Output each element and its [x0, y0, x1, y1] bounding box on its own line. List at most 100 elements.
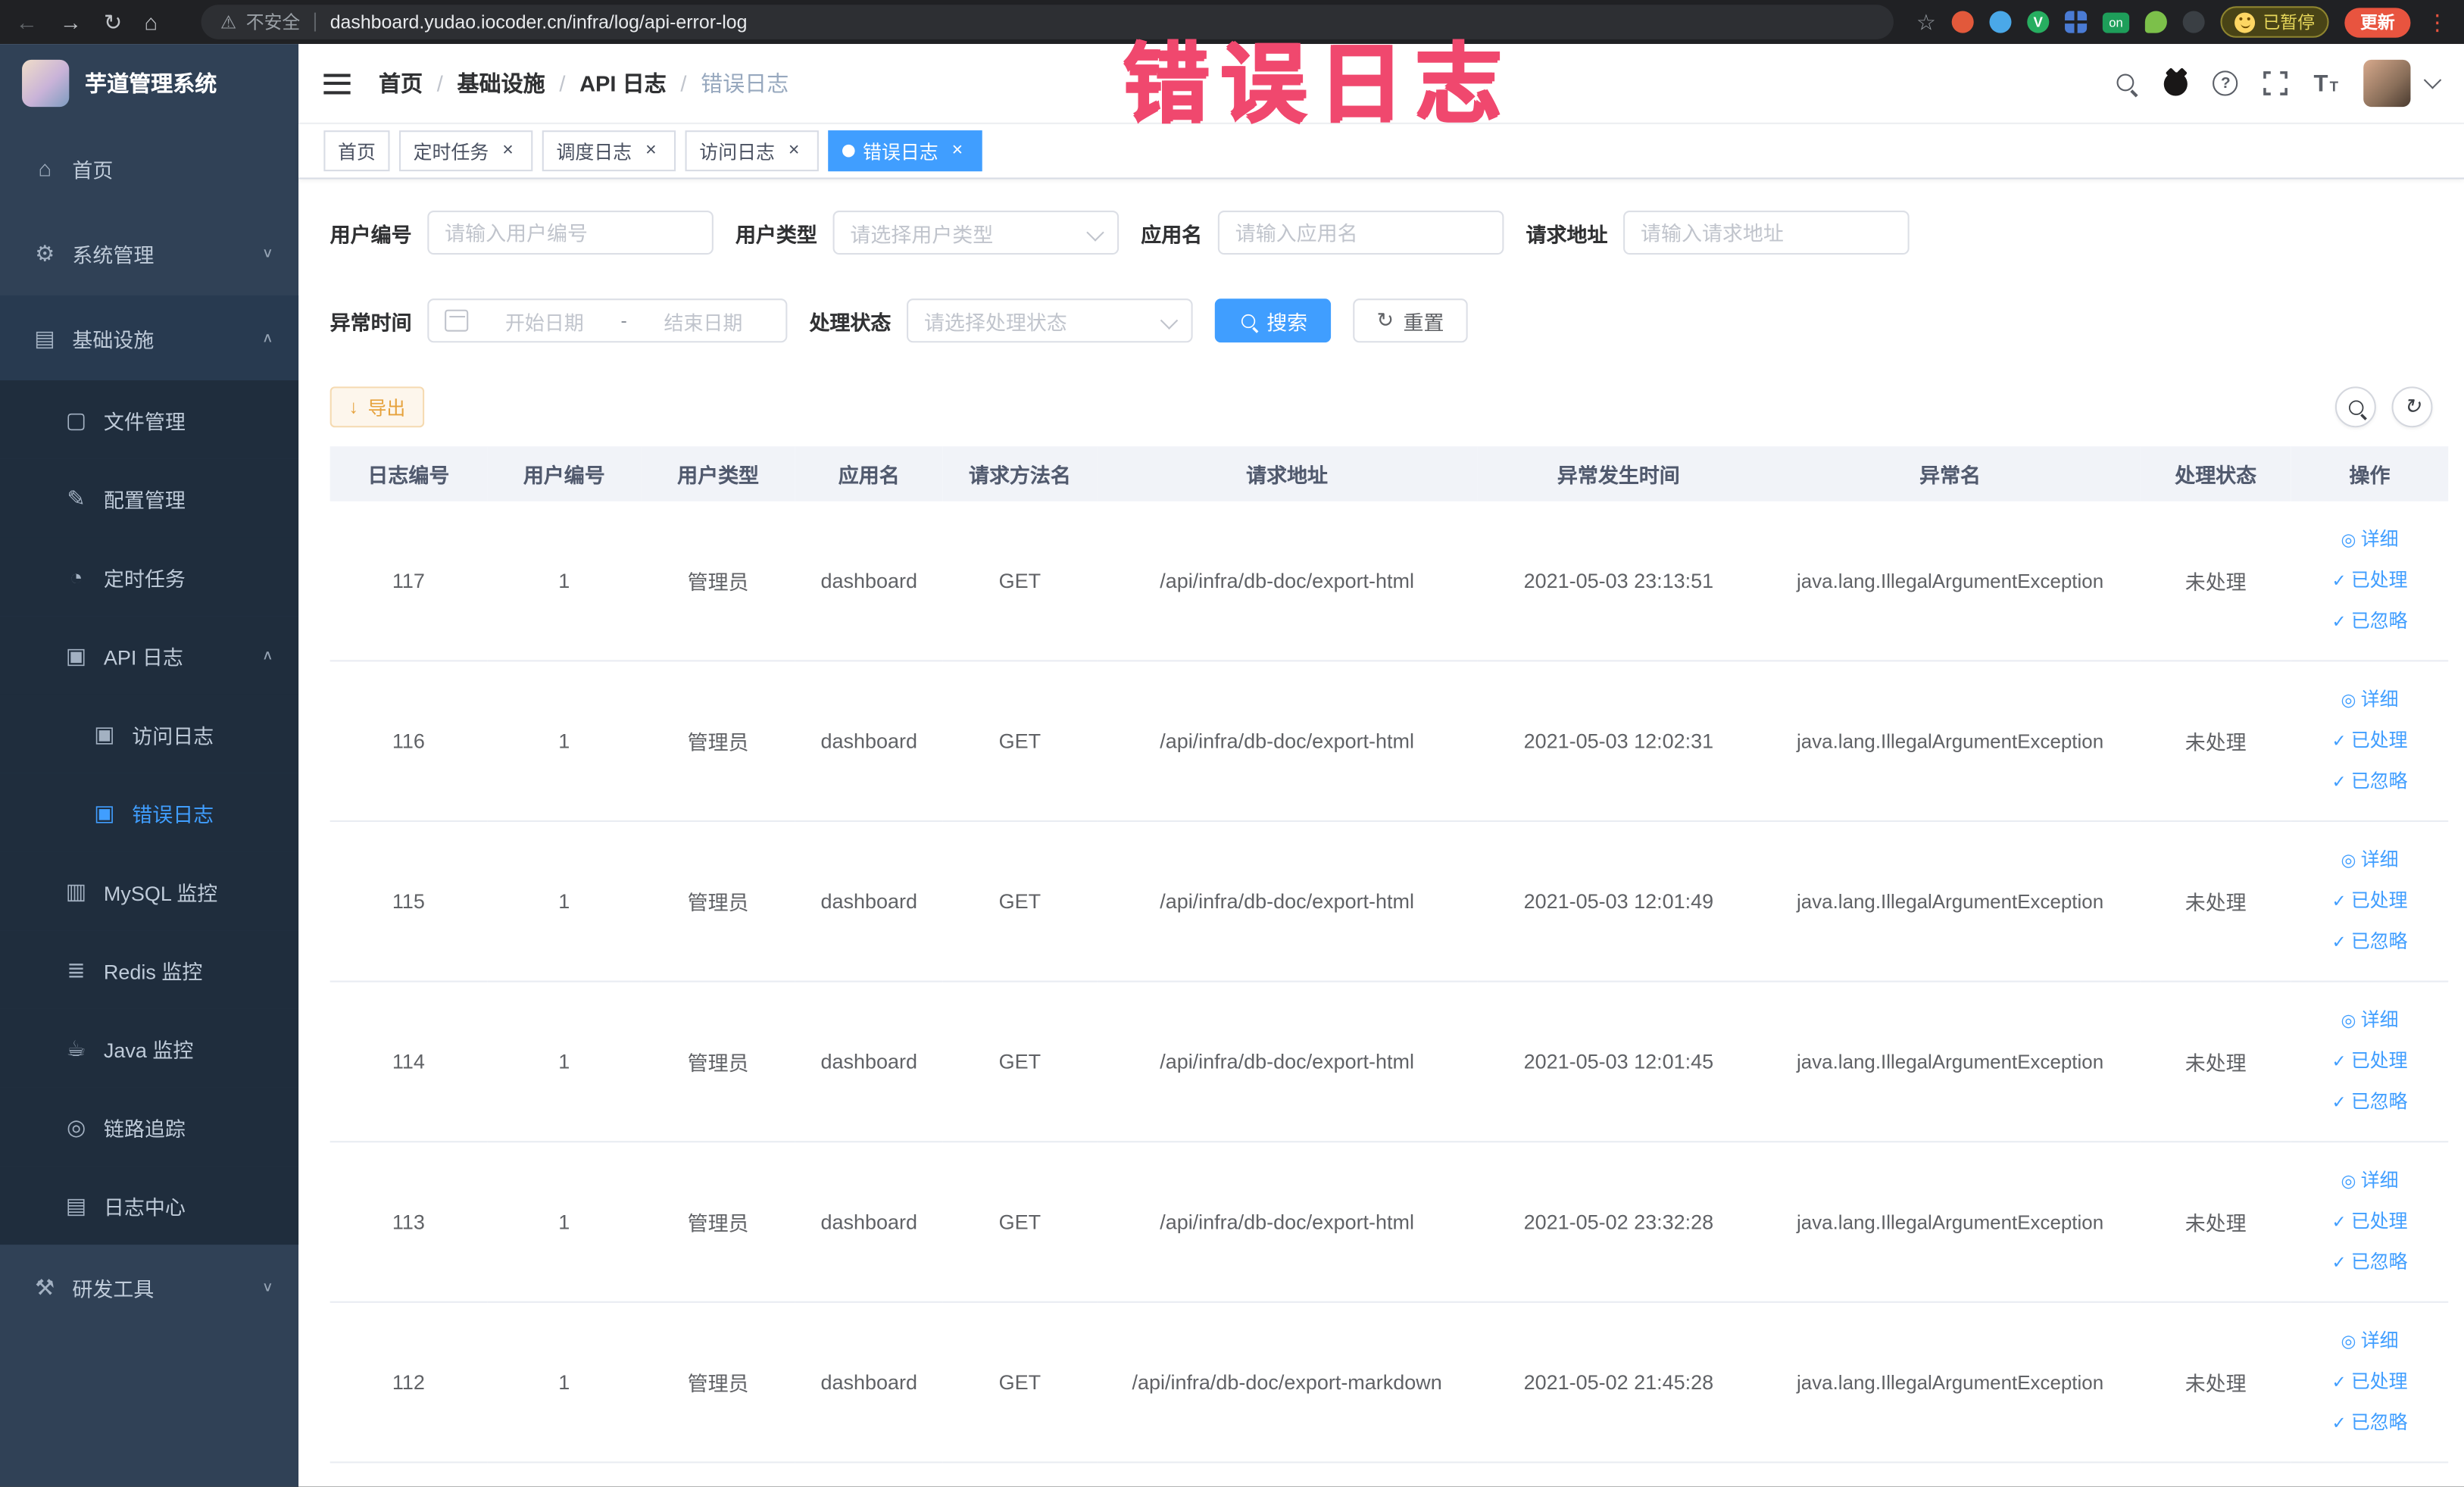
user-id-input[interactable]	[427, 210, 714, 255]
extension-icon[interactable]	[1989, 11, 2012, 33]
sidebar-item[interactable]: ⌂ 首页	[0, 126, 298, 211]
extension-icon[interactable]	[2182, 11, 2205, 33]
request-url-input[interactable]	[1623, 210, 1910, 255]
forward-icon[interactable]: →	[60, 0, 82, 44]
extension-icon[interactable]	[2102, 11, 2130, 33]
view-tag[interactable]: 调度日志	[542, 130, 676, 172]
address-bar[interactable]: ⚠ 不安全 dashboard.yudao.iocoder.cn/infra/l…	[201, 5, 1894, 39]
sidebar-item[interactable]: ▣ API 日志 ∧	[0, 616, 299, 695]
breadcrumb-item[interactable]: 首页	[379, 67, 458, 98]
extension-icon[interactable]	[1951, 11, 1974, 33]
user-type-select[interactable]: 请选择用户类型	[832, 210, 1120, 255]
breadcrumb-item[interactable]: 基础设施	[457, 67, 579, 98]
paused-badge[interactable]: 已暂停	[2220, 6, 2329, 38]
ignored-link[interactable]: 已忽略	[2297, 922, 2442, 963]
processed-link[interactable]: 已处理	[2297, 1362, 2442, 1403]
ignored-link[interactable]: 已忽略	[2297, 601, 2442, 642]
sidebar-item[interactable]: ▥ MySQL 监控	[0, 851, 299, 931]
fullscreen-icon[interactable]	[2263, 70, 2288, 95]
avatar[interactable]	[2363, 59, 2411, 108]
detail-link[interactable]: 详细	[2297, 1161, 2442, 1201]
processed-link[interactable]: 已处理	[2297, 881, 2442, 922]
eye-icon	[2341, 691, 2356, 710]
column-header: 请求方法名	[942, 446, 1098, 501]
detail-link[interactable]: 详细	[2297, 679, 2442, 720]
ignored-link[interactable]: 已忽略	[2297, 1242, 2442, 1283]
process-status-select[interactable]: 请选择处理状态	[907, 298, 1193, 343]
close-icon[interactable]	[497, 140, 519, 162]
extension-icon[interactable]	[2144, 11, 2167, 33]
cell-user-id: 1	[487, 981, 642, 1143]
browser-home-icon[interactable]: ⌂	[144, 0, 158, 44]
detail-link[interactable]: 详细	[2297, 1321, 2442, 1362]
app-name-input[interactable]	[1217, 210, 1504, 255]
ignored-link[interactable]: 已忽略	[2297, 1403, 2442, 1444]
sidebar-item[interactable]: ◔ 定时任务	[0, 537, 299, 617]
update-button[interactable]: 更新	[2344, 7, 2411, 37]
processed-link[interactable]: 已处理	[2297, 561, 2442, 601]
search-icon[interactable]	[2116, 71, 2139, 95]
processed-link[interactable]: 已处理	[2297, 1041, 2442, 1082]
sidebar-item[interactable]: ≣ Redis 监控	[0, 930, 299, 1009]
sidebar-item-label: 访问日志	[132, 723, 214, 748]
sidebar-item[interactable]: ☕ Java 监控	[0, 1008, 299, 1088]
sidebar-item[interactable]: ✎ 配置管理	[0, 458, 299, 538]
processed-link[interactable]: 已处理	[2297, 720, 2442, 761]
help-icon[interactable]	[2213, 70, 2238, 96]
cell-request-url: /api/infra/db-doc/export-html	[1097, 1142, 1478, 1303]
reload-icon[interactable]: ↻	[104, 0, 122, 44]
cell-log-id: 112	[329, 1301, 488, 1464]
mysql-icon: ▥	[65, 877, 87, 903]
date-range-picker[interactable]: 开始日期 - 结束日期	[427, 298, 788, 343]
breadcrumb-item[interactable]: 错误日志	[701, 67, 789, 98]
detail-link[interactable]: 详细	[2297, 520, 2442, 561]
view-tag-label: 定时任务	[413, 140, 489, 163]
detail-link[interactable]: 详细	[2297, 1000, 2442, 1041]
view-tag[interactable]: 定时任务	[398, 130, 533, 172]
sidebar-item[interactable]: ▢ 文件管理	[0, 380, 299, 459]
search-button[interactable]: 搜索	[1214, 298, 1332, 343]
detail-link-label: 详细	[2360, 1168, 2399, 1191]
github-icon[interactable]	[2164, 71, 2188, 95]
ignored-link[interactable]: 已忽略	[2297, 1082, 2442, 1123]
sidebar-item[interactable]: ▤ 日志中心	[0, 1166, 299, 1245]
sidebar-item[interactable]: ◎ 链路追踪	[0, 1087, 299, 1167]
bookmark-star-icon[interactable]: ☆	[1916, 8, 1936, 35]
cell-request-url: /api/infra/db-doc/export-html	[1097, 981, 1478, 1143]
detail-link[interactable]: 详细	[2297, 840, 2442, 881]
logo[interactable]: 芋道管理系统	[0, 44, 298, 123]
sidebar-item[interactable]: ⚙ 系统管理 ∨	[0, 211, 298, 295]
view-tag[interactable]: 错误日志	[828, 130, 982, 172]
cell-user-type: 管理员	[641, 1142, 795, 1303]
export-button[interactable]: 导出	[329, 386, 425, 428]
sidebar: 芋道管理系统 ⌂ 首页 ⚙ 系统管理 ∨ ▤ 基础设施 ∧ ▢ 文件管理 ✎ 配…	[0, 44, 299, 1487]
reset-button[interactable]: 重置	[1353, 298, 1468, 343]
breadcrumb-item[interactable]: API 日志	[579, 67, 701, 98]
view-tag[interactable]: 首页	[323, 130, 390, 172]
extension-icon[interactable]	[2027, 11, 2050, 33]
font-size-icon[interactable]	[2314, 70, 2339, 96]
refresh-table-button[interactable]	[2391, 386, 2433, 428]
chevron-down-icon[interactable]	[2423, 71, 2442, 89]
view-tag[interactable]: 访问日志	[685, 130, 820, 172]
sidebar-item[interactable]: ▣ 访问日志	[0, 694, 299, 773]
close-icon[interactable]	[946, 140, 968, 162]
sidebar-item[interactable]: ▣ 错误日志	[0, 773, 299, 852]
browser-menu-icon[interactable]: ⋮	[2426, 8, 2448, 35]
cell-status: 未处理	[2140, 661, 2291, 823]
close-icon[interactable]	[782, 140, 804, 162]
close-icon[interactable]	[639, 140, 661, 162]
cell-exception-time: 2021-05-03 12:02:31	[1477, 661, 1760, 823]
column-header: 用户编号	[487, 446, 642, 501]
back-icon[interactable]: ←	[16, 0, 38, 44]
collapse-sidebar-icon[interactable]	[323, 73, 351, 94]
toggle-search-button[interactable]	[2334, 386, 2376, 428]
extension-icon[interactable]	[2065, 11, 2088, 33]
detail-link-label: 详细	[2360, 527, 2399, 550]
sidebar-item[interactable]: ⚒ 研发工具 ∨	[0, 1245, 298, 1329]
cell-method: GET	[942, 501, 1098, 662]
sidebar-item[interactable]: ▤ 基础设施 ∧	[0, 295, 299, 381]
chevron-down-icon: ∨	[261, 245, 273, 261]
ignored-link[interactable]: 已忽略	[2297, 761, 2442, 802]
processed-link[interactable]: 已处理	[2297, 1201, 2442, 1242]
